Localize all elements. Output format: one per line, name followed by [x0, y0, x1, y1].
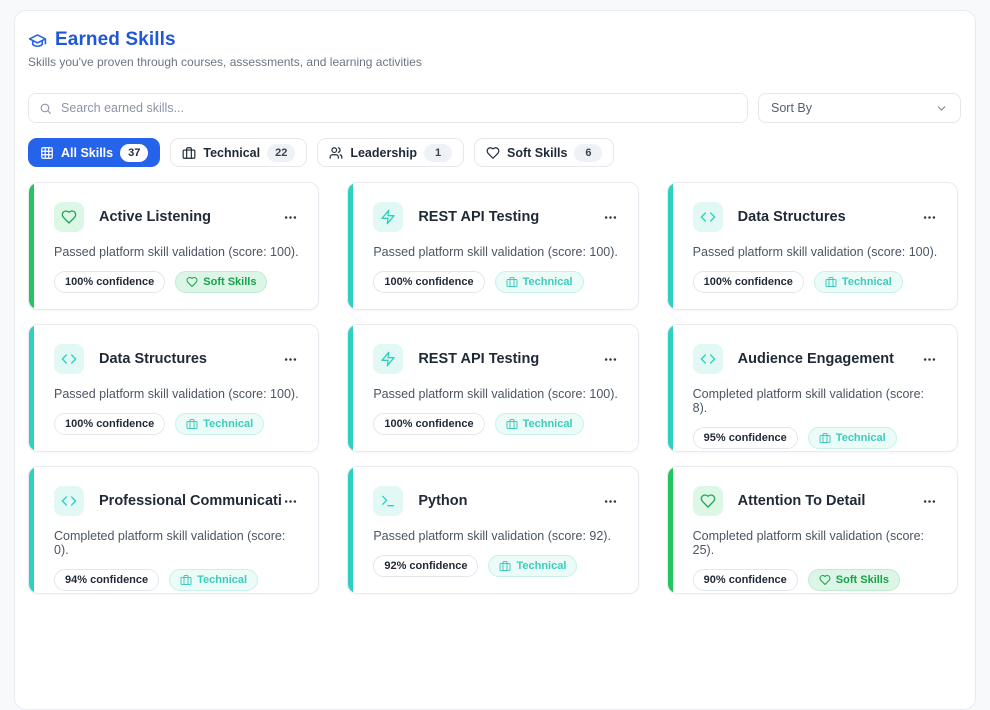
skill-description: Passed platform skill validation (score:… — [373, 245, 619, 259]
confidence-badge: 92% confidence — [373, 555, 478, 577]
ellipsis-menu-icon[interactable] — [601, 350, 620, 369]
skill-card-python: Python Passed platform skill validation … — [347, 466, 638, 594]
graduation-cap-icon — [28, 31, 47, 50]
page-subtitle: Skills you've proven through courses, as… — [28, 55, 961, 69]
briefcase-icon — [180, 574, 192, 586]
category-badge: Technical — [495, 413, 584, 435]
people-icon — [329, 146, 343, 160]
search-box[interactable] — [28, 93, 748, 123]
confidence-badge: 100% confidence — [54, 413, 165, 435]
search-icon — [39, 102, 52, 115]
sort-by-select[interactable]: Sort By — [758, 93, 961, 123]
toolbar: Sort By — [28, 93, 961, 123]
skill-description: Completed platform skill validation (sco… — [693, 529, 939, 557]
filter-tab-soft-skills[interactable]: Soft Skills 6 — [474, 138, 614, 167]
bolt-icon — [373, 202, 403, 232]
skill-card-rest-api-testing: REST API Testing Passed platform skill v… — [347, 324, 638, 452]
bolt-icon — [373, 344, 403, 374]
confidence-badge: 100% confidence — [373, 271, 484, 293]
category-badge: Technical — [814, 271, 903, 293]
category-badge: Technical — [808, 427, 897, 449]
search-input[interactable] — [61, 101, 737, 115]
skill-title: Audience Engagement — [738, 351, 920, 367]
briefcase-icon — [499, 560, 511, 572]
ellipsis-menu-icon[interactable] — [601, 492, 620, 511]
skill-description: Completed platform skill validation (sco… — [54, 529, 300, 557]
chevron-down-icon — [935, 102, 948, 115]
heart-icon — [186, 276, 198, 288]
skill-card-data-structures: Data Structures Passed platform skill va… — [28, 324, 319, 452]
briefcase-icon — [182, 146, 196, 160]
filter-tab-label: Leadership — [350, 146, 417, 160]
filter-tabs: All Skills 37 Technical 22 Leadership 1 … — [28, 138, 961, 167]
skill-description: Passed platform skill validation (score:… — [373, 529, 619, 543]
skill-description: Passed platform skill validation (score:… — [54, 245, 300, 259]
skill-card-professional-communication: Professional Communication Completed pla… — [28, 466, 319, 594]
ellipsis-menu-icon[interactable] — [601, 208, 620, 227]
skill-card-data-structures: Data Structures Passed platform skill va… — [667, 182, 958, 310]
skill-description: Passed platform skill validation (score:… — [373, 387, 619, 401]
ellipsis-menu-icon[interactable] — [920, 350, 939, 369]
page-header: Earned Skills — [28, 29, 961, 51]
filter-tab-all-skills[interactable]: All Skills 37 — [28, 138, 160, 167]
skills-grid: Active Listening Passed platform skill v… — [28, 182, 961, 594]
filter-tab-label: Soft Skills — [507, 146, 567, 160]
code-icon — [693, 344, 723, 374]
filter-tab-label: Technical — [203, 146, 260, 160]
filter-count-badge: 1 — [424, 144, 452, 162]
skill-title: Data Structures — [738, 209, 920, 225]
page-title: Earned Skills — [55, 29, 176, 51]
code-icon — [54, 344, 84, 374]
category-badge: Technical — [175, 413, 264, 435]
heart-icon — [54, 202, 84, 232]
filter-tab-leadership[interactable]: Leadership 1 — [317, 138, 464, 167]
code-icon — [693, 202, 723, 232]
grid-icon — [40, 146, 54, 160]
skill-title: Data Structures — [99, 351, 281, 367]
briefcase-icon — [506, 418, 518, 430]
skill-description: Passed platform skill validation (score:… — [54, 387, 300, 401]
heart-icon — [819, 574, 831, 586]
category-badge: Technical — [488, 555, 577, 577]
skill-title: Active Listening — [99, 209, 281, 225]
filter-count-badge: 37 — [120, 144, 148, 162]
skill-title: REST API Testing — [418, 209, 600, 225]
ellipsis-menu-icon[interactable] — [920, 208, 939, 227]
skill-title: Attention To Detail — [738, 493, 920, 509]
terminal-icon — [373, 486, 403, 516]
filter-tab-label: All Skills — [61, 146, 113, 160]
ellipsis-menu-icon[interactable] — [281, 492, 300, 511]
ellipsis-menu-icon[interactable] — [281, 350, 300, 369]
briefcase-icon — [825, 276, 837, 288]
briefcase-icon — [819, 432, 831, 444]
ellipsis-menu-icon[interactable] — [920, 492, 939, 511]
skill-card-active-listening: Active Listening Passed platform skill v… — [28, 182, 319, 310]
sort-by-label: Sort By — [771, 101, 812, 115]
skill-title: Python — [418, 493, 600, 509]
skill-card-rest-api-testing: REST API Testing Passed platform skill v… — [347, 182, 638, 310]
skill-title: REST API Testing — [418, 351, 600, 367]
filter-count-badge: 6 — [574, 144, 602, 162]
filter-count-badge: 22 — [267, 144, 295, 162]
confidence-badge: 100% confidence — [373, 413, 484, 435]
confidence-badge: 95% confidence — [693, 427, 798, 449]
ellipsis-menu-icon[interactable] — [281, 208, 300, 227]
heart-icon — [693, 486, 723, 516]
briefcase-icon — [506, 276, 518, 288]
heart-icon — [486, 146, 500, 160]
category-badge: Soft Skills — [175, 271, 267, 293]
skill-description: Completed platform skill validation (sco… — [693, 387, 939, 415]
skill-title: Professional Communication — [99, 493, 281, 509]
briefcase-icon — [186, 418, 198, 430]
confidence-badge: 100% confidence — [54, 271, 165, 293]
earned-skills-panel: Earned Skills Skills you've proven throu… — [14, 10, 976, 710]
confidence-badge: 100% confidence — [693, 271, 804, 293]
filter-tab-technical[interactable]: Technical 22 — [170, 138, 307, 167]
skill-card-audience-engagement: Audience Engagement Completed platform s… — [667, 324, 958, 452]
skill-card-attention-to-detail: Attention To Detail Completed platform s… — [667, 466, 958, 594]
skill-description: Passed platform skill validation (score:… — [693, 245, 939, 259]
code-icon — [54, 486, 84, 516]
category-badge: Technical — [495, 271, 584, 293]
